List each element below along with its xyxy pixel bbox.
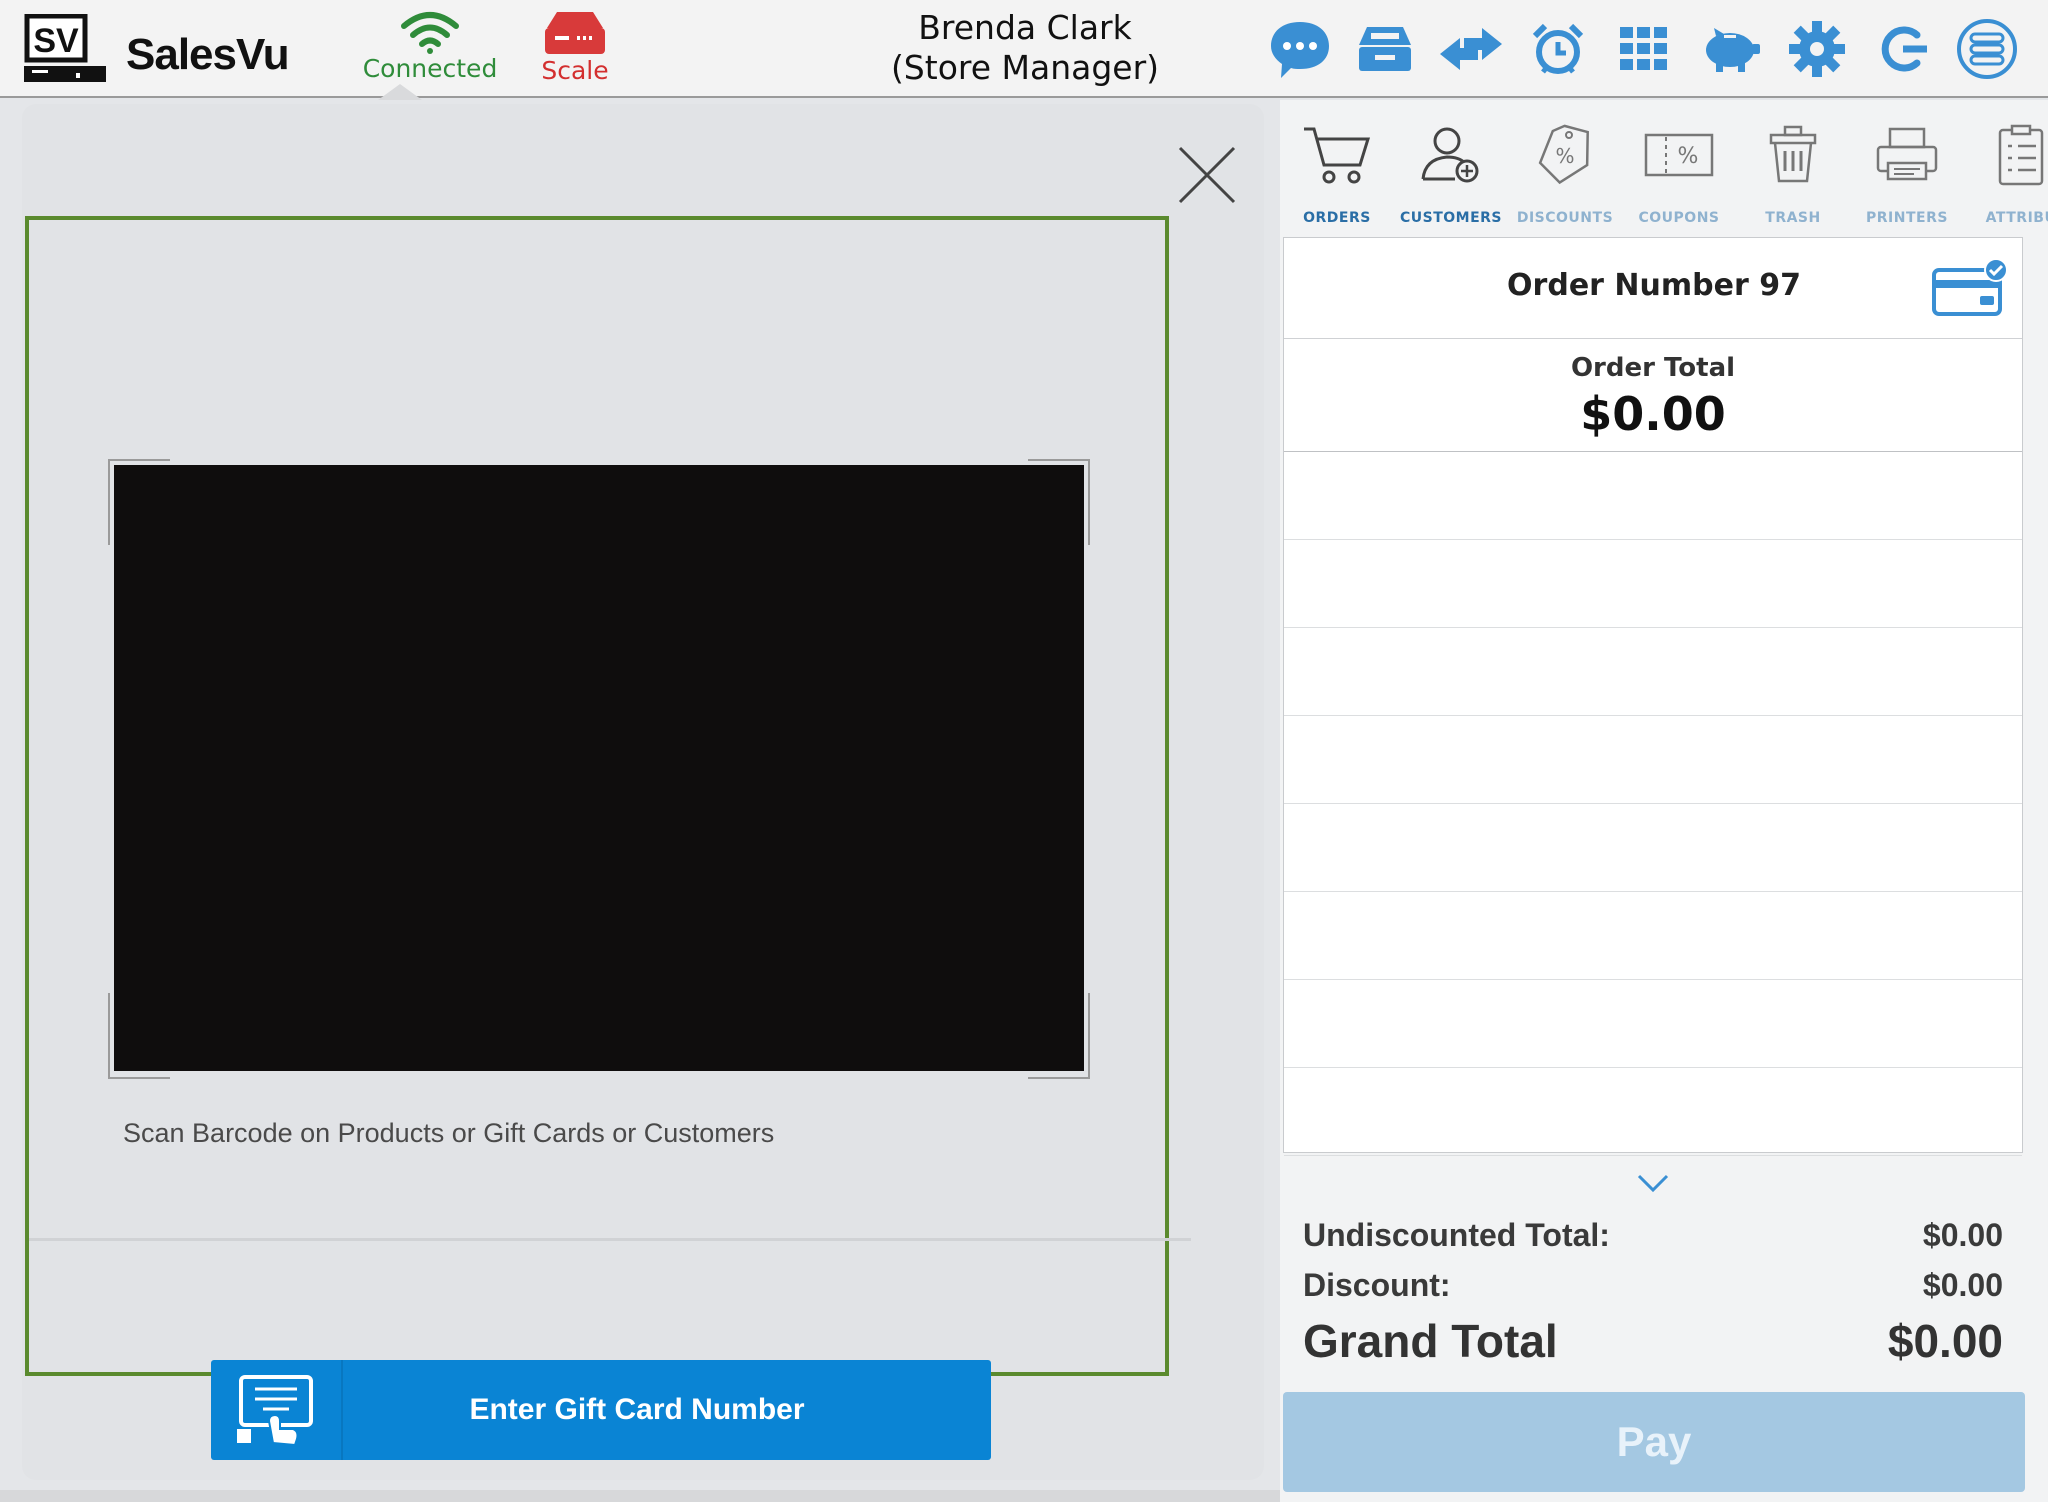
camera-viewfinder — [114, 465, 1084, 1071]
order-line-empty — [1284, 452, 2022, 540]
order-line-empty — [1284, 628, 2022, 716]
tab-label: DISCOUNTS — [1516, 210, 1614, 226]
scan-hint-text: Scan Barcode on Products or Gift Cards o… — [123, 1118, 775, 1148]
grid-icon[interactable] — [1609, 14, 1679, 84]
connected-label: Connected — [362, 54, 498, 83]
cash-drawer-icon[interactable] — [1350, 14, 1420, 84]
viewfinder-corner — [108, 459, 170, 545]
tab-label: COUPONS — [1638, 210, 1720, 226]
grand-total-label: Grand Total — [1303, 1315, 1558, 1367]
alarm-clock-icon[interactable] — [1523, 14, 1593, 84]
undiscounted-total-label: Undiscounted Total: — [1303, 1216, 1610, 1253]
close-scanner-button[interactable] — [1172, 140, 1242, 210]
order-line-empty — [1284, 716, 2022, 804]
scale-status[interactable]: Scale — [535, 10, 615, 85]
divider — [29, 1238, 1191, 1241]
user-role: (Store Manager) — [890, 48, 1160, 87]
order-line-empty — [1284, 1068, 2022, 1156]
user-name: Brenda Clark — [918, 8, 1132, 47]
tab-label: TRASH — [1765, 210, 1821, 226]
chat-icon[interactable] — [1265, 14, 1335, 84]
undiscounted-total-value: $0.00 — [1922, 1216, 2003, 1253]
menu-list-icon[interactable] — [1952, 14, 2022, 84]
order-number: Order Number 97 — [1507, 268, 1801, 303]
order-panel: ORDERS CUSTOMERS % DISCOUNTS % COUPONS T… — [1280, 100, 2048, 1502]
tab-orders[interactable]: ORDERS — [1280, 114, 1394, 226]
transfer-icon[interactable] — [1436, 14, 1506, 84]
connection-status[interactable]: Connected — [360, 10, 500, 83]
tab-coupons[interactable]: % COUPONS — [1622, 114, 1736, 226]
grand-total-value: $0.00 — [1887, 1315, 2003, 1367]
order-total-label: Order Total — [1570, 353, 1736, 383]
tab-label: ATTRIBU — [1985, 210, 2048, 226]
order-line-empty — [1284, 540, 2022, 628]
top-bar: SV SalesVu Connected Scale Brenda Clark … — [0, 0, 2048, 100]
discount-label: Discount: — [1303, 1266, 1451, 1303]
order-card: Order Number 97 Order Total $0.00 — [1283, 237, 2023, 1156]
tab-discounts[interactable]: % DISCOUNTS — [1508, 114, 1622, 226]
order-line-empty — [1284, 892, 2022, 980]
undiscounted-total-row: Undiscounted Total: $0.00 — [1303, 1210, 2003, 1260]
bottom-strip — [0, 1490, 1280, 1502]
svg-text:%: % — [1678, 144, 1699, 169]
trash-icon — [1769, 125, 1817, 183]
scan-frame: Scan Barcode on Products or Gift Cards o… — [25, 216, 1191, 1460]
tab-customers[interactable]: CUSTOMERS — [1394, 114, 1508, 226]
order-line-empty — [1284, 804, 2022, 892]
scale-icon — [545, 12, 605, 54]
barcode-scanner-panel: Scan Barcode on Products or Gift Cards o… — [22, 104, 1264, 1480]
viewfinder-corner — [108, 993, 170, 1079]
totals-summary: Undiscounted Total: $0.00 Discount: $0.0… — [1303, 1210, 2003, 1372]
printer-icon — [1876, 127, 1938, 181]
current-user: Brenda Clark (Store Manager) — [830, 8, 1220, 88]
payment-card-icon[interactable] — [1932, 258, 2008, 318]
discount-row: Discount: $0.00 — [1303, 1260, 2003, 1310]
discount-value: $0.00 — [1922, 1266, 2003, 1303]
piggy-bank-icon[interactable] — [1695, 14, 1765, 84]
order-line-empty — [1284, 980, 2022, 1068]
grand-total-row: Grand Total $0.00 — [1303, 1310, 2003, 1372]
viewfinder-corner — [1028, 459, 1090, 545]
logo-text: SV — [33, 22, 79, 60]
tablet-touch-icon — [237, 1375, 313, 1447]
tab-attributes[interactable]: ATTRIBU — [1964, 114, 2048, 226]
order-total-box: Order Total $0.00 — [1284, 339, 2022, 452]
discount-tag-icon: % — [1538, 124, 1589, 185]
order-total-value: $0.00 — [1580, 387, 1726, 441]
tab-printers[interactable]: PRINTERS — [1850, 114, 1964, 226]
logout-icon[interactable] — [1868, 14, 1938, 84]
tab-label: ORDERS — [1303, 210, 1371, 226]
popover-caret — [378, 84, 422, 100]
order-header: Order Number 97 — [1284, 238, 2022, 339]
tab-label: PRINTERS — [1866, 210, 1948, 226]
action-tabs: ORDERS CUSTOMERS % DISCOUNTS % COUPONS T… — [1280, 100, 2048, 230]
add-customer-icon — [1421, 127, 1479, 183]
tab-trash[interactable]: TRASH — [1736, 114, 1850, 226]
settings-gear-icon[interactable] — [1782, 14, 1852, 84]
close-icon — [1178, 146, 1236, 204]
enter-gift-card-button[interactable]: Enter Gift Card Number — [211, 1360, 991, 1460]
pay-button[interactable]: Pay — [1283, 1392, 2025, 1492]
app-name: SalesVu — [126, 30, 290, 79]
cart-icon — [1304, 127, 1371, 184]
tab-label: CUSTOMERS — [1399, 210, 1503, 226]
svg-text:%: % — [1555, 144, 1574, 168]
wifi-icon — [401, 12, 459, 54]
coupon-icon: % — [1644, 133, 1714, 177]
salesvu-logo: SV — [24, 13, 106, 84]
scale-label: Scale — [541, 56, 609, 85]
viewfinder-corner — [1028, 993, 1090, 1079]
attributes-icon — [1998, 124, 2044, 186]
gift-card-button-label: Enter Gift Card Number — [469, 1393, 805, 1426]
chevron-down-icon[interactable] — [1633, 1168, 1673, 1198]
